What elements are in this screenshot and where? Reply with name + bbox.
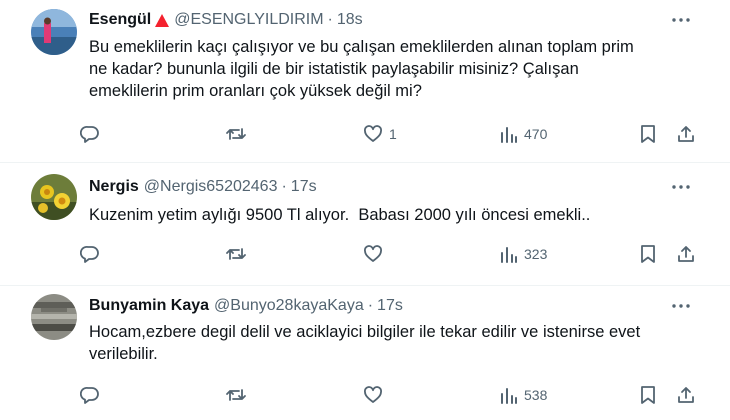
like-icon [363,244,383,264]
tweet[interactable]: Bunyamin Kaya @Bunyo28kayaKaya · 17s Hoc… [0,286,730,420]
bookmark-icon [639,385,657,405]
action-bar: 323 [80,242,700,266]
tweet-text: Hocam,ezbere degil delil ve aciklayici b… [89,323,641,363]
views-icon [500,124,518,144]
share-icon [676,124,696,144]
author-handle[interactable]: @ESENGLYILDIRIM [174,11,323,29]
retweet-button[interactable] [225,122,253,146]
views-icon [500,385,518,405]
reply-icon [80,244,100,264]
bookmark-icon [639,124,657,144]
share-icon [676,244,696,264]
share-icon [676,385,696,405]
like-icon [363,124,383,144]
tweet[interactable]: Nergis @Nergis65202463 · 17s Kuzenim yet… [0,163,730,285]
reply-button[interactable] [80,122,106,146]
retweet-icon [225,124,247,144]
separator-dot: · [327,11,333,28]
action-bar: 538 [80,383,700,407]
bookmark-button[interactable] [639,383,657,407]
views-count: 470 [524,126,548,142]
like-button[interactable]: 1 [363,122,397,146]
reply-icon [80,124,100,144]
like-button[interactable] [363,383,389,407]
share-button[interactable] [676,122,696,146]
views-button[interactable]: 470 [500,122,547,146]
avatar[interactable] [31,174,77,220]
tweet[interactable]: Esengül @ESENGLYILDIRIM · 18s Bu emeklil… [0,0,730,162]
share-button[interactable] [676,383,696,407]
reply-icon [80,385,100,405]
more-icon[interactable] [671,10,691,30]
like-button[interactable] [363,242,389,266]
reply-button[interactable] [80,242,106,266]
separator-dot: · [367,297,374,314]
bookmark-button[interactable] [639,242,657,266]
bookmark-button[interactable] [639,122,657,146]
share-button[interactable] [676,242,696,266]
timestamp[interactable]: 17s [291,178,317,196]
views-count: 323 [524,246,548,262]
author-handle[interactable]: @Bunyo28kayaKaya [214,297,364,315]
timestamp[interactable]: 18s [337,11,363,29]
tweet-text: Kuzenim yetim aylığı 9500 Tl alıyor. Bab… [89,206,591,224]
more-icon[interactable] [671,296,691,316]
views-icon [500,244,518,264]
author-name[interactable]: Esengül [89,11,151,29]
author-handle[interactable]: @Nergis65202463 [144,178,278,196]
tweet-text: Bu emeklilerin kaçı çalışıyor ve bu çalı… [89,38,634,100]
reply-button[interactable] [80,383,106,407]
timestamp[interactable]: 17s [377,297,403,315]
views-count: 538 [524,387,548,403]
retweet-icon [225,385,247,405]
author-name[interactable]: Nergis [89,178,139,196]
bookmark-icon [639,244,657,264]
retweet-icon [225,244,247,264]
views-button[interactable]: 323 [500,242,547,266]
avatar[interactable] [31,9,77,55]
views-button[interactable]: 538 [500,383,547,407]
avatar[interactable] [31,294,77,340]
like-icon [363,385,383,405]
retweet-button[interactable] [225,242,253,266]
more-icon[interactable] [671,177,691,197]
warning-triangle-icon [155,13,170,27]
like-count: 1 [389,126,397,142]
retweet-button[interactable] [225,383,253,407]
separator-dot: · [281,178,287,195]
author-name[interactable]: Bunyamin Kaya [89,297,209,315]
action-bar: 1 470 [80,122,700,146]
